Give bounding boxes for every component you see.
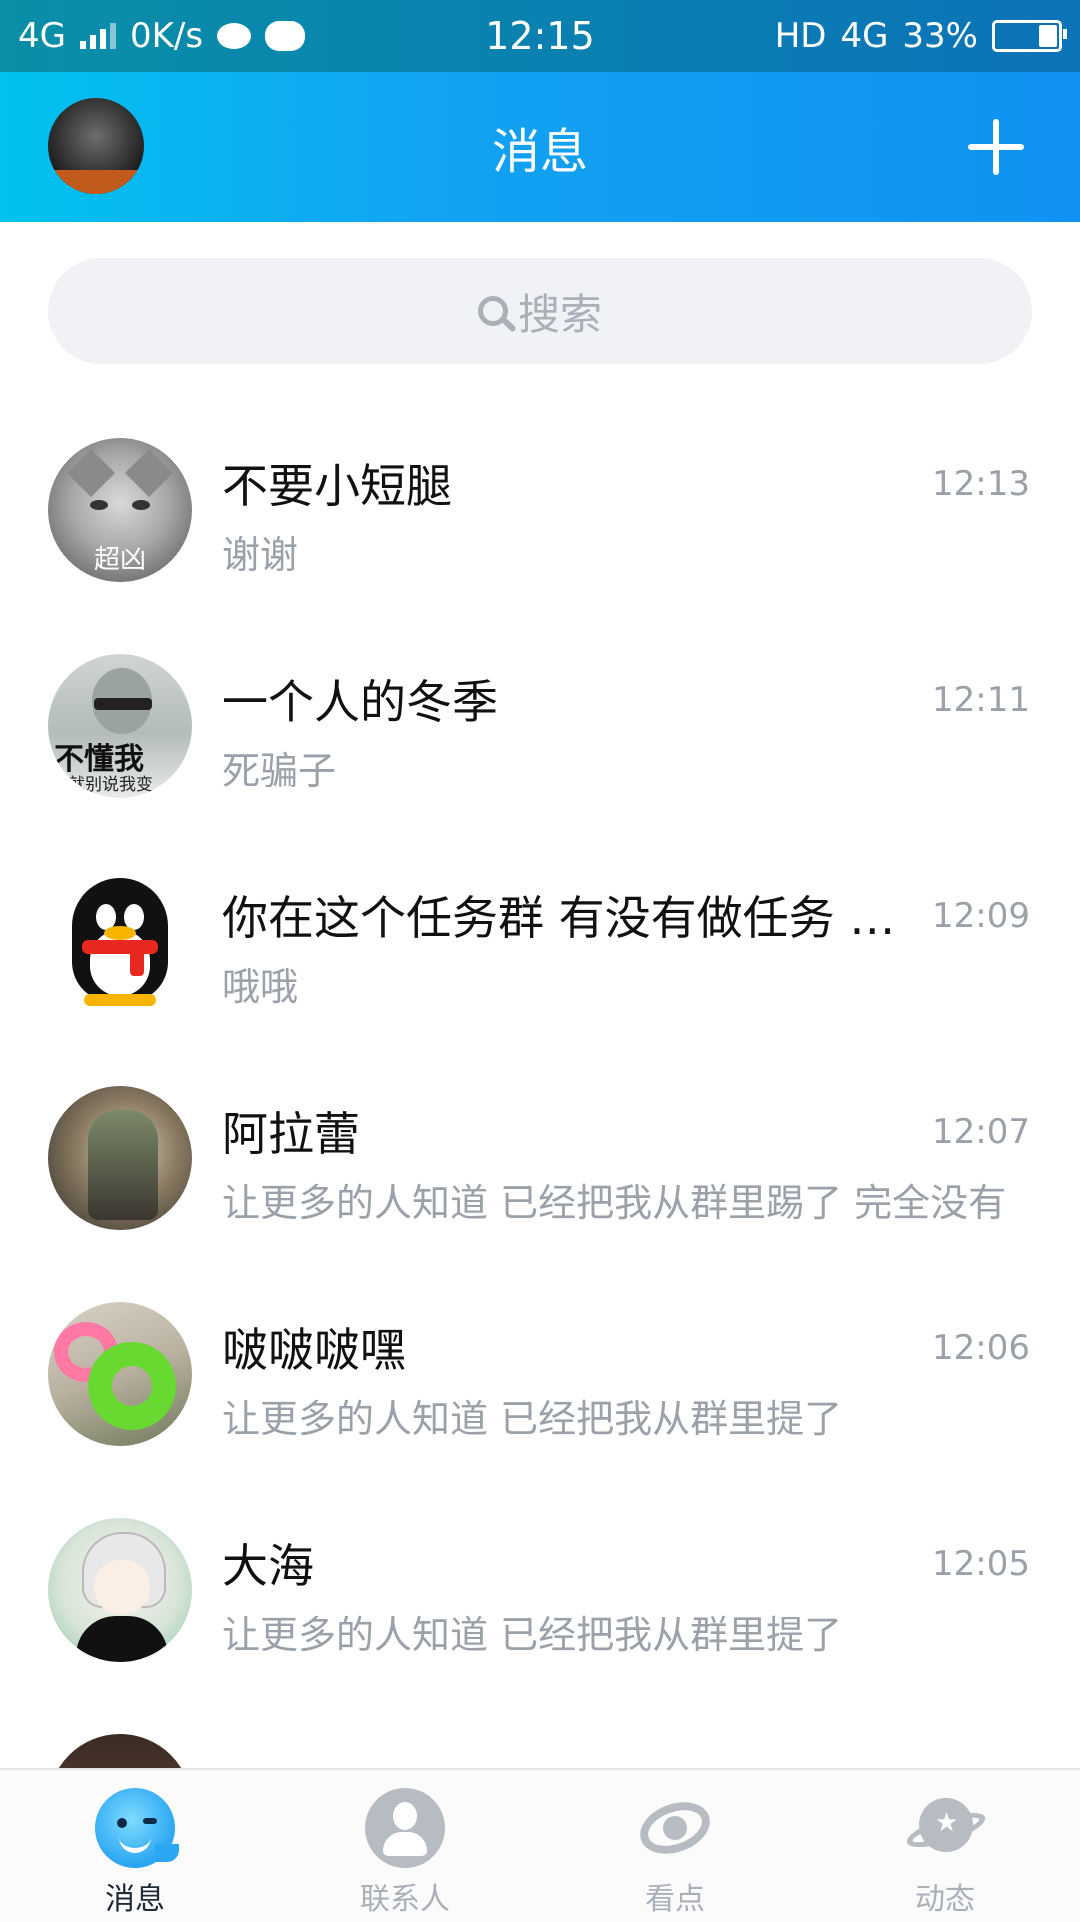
- conversation-preview: 让更多的人知道 已经把我从群里踢了 完全没有: [222, 1181, 1007, 1225]
- tab-label: 消息: [105, 1882, 165, 1917]
- planet-icon: ★: [903, 1788, 989, 1868]
- conversation-row[interactable]: 阿拉蕾 12:07 让更多的人知道 已经把我从群里踢了 完全没有: [0, 1028, 1080, 1244]
- conversation-name: 不要小短腿: [222, 459, 452, 513]
- anime-avatar[interactable]: [48, 1518, 192, 1662]
- conversation-preview: 让更多的人知道 已经把我从群里提了: [222, 1397, 843, 1441]
- contacts-icon: [365, 1788, 445, 1868]
- kandian-icon: [632, 1788, 718, 1868]
- conversation-name: 啵啵啵嘿: [222, 1323, 406, 1377]
- battery-level: [1039, 25, 1057, 47]
- tab-label: 联系人: [360, 1882, 450, 1917]
- conversation-preview: 哦哦: [222, 965, 299, 1009]
- conversation-time: 12:11: [932, 680, 1030, 720]
- wechat-notification-icon: [265, 21, 306, 51]
- cat-avatar[interactable]: 超凶: [48, 438, 192, 582]
- conversation-name: 大海: [222, 1539, 314, 1593]
- network-type-right: 4G: [840, 16, 889, 56]
- battery-percent: 33%: [902, 16, 978, 56]
- add-button[interactable]: [968, 119, 1024, 175]
- page-title: 消息: [491, 124, 588, 180]
- message-icon: [95, 1788, 179, 1868]
- tab-label: 动态: [915, 1882, 975, 1917]
- search-placeholder: 搜索: [517, 289, 602, 339]
- conversation-row[interactable]: 超凶 不要小短腿 12:13 谢谢: [0, 380, 1080, 596]
- conversation-time: 12:05: [932, 1544, 1030, 1584]
- conversation-name: 你在这个任务群 有没有做任务 (现在): [222, 891, 912, 945]
- avatar-caption: 超凶: [93, 545, 146, 575]
- status-left: 4G 0K/s: [18, 0, 306, 72]
- battery-icon: [992, 20, 1067, 52]
- search-bar[interactable]: 搜索: [48, 258, 1032, 364]
- network-speed: 0K/s: [129, 16, 204, 56]
- my-avatar[interactable]: [48, 98, 144, 194]
- browser-notification-icon: [217, 23, 252, 49]
- status-bar: 4G 0K/s 12:15 HD 4G 33%: [0, 0, 1080, 72]
- conversation-list: 超凶 不要小短腿 12:13 谢谢 不懂我 就别说我变 一个人的冬季 12:11…: [0, 380, 1080, 1892]
- conversation-row[interactable]: 不懂我 就别说我变 一个人的冬季 12:11 死骗子: [0, 596, 1080, 812]
- tab-kandian[interactable]: 看点: [540, 1770, 810, 1922]
- conversation-time: 12:06: [932, 1328, 1030, 1368]
- boy-avatar[interactable]: 不懂我 就别说我变: [48, 654, 192, 798]
- conversation-time: 12:13: [932, 464, 1030, 504]
- conversation-row[interactable]: 大海 12:05 让更多的人知道 已经把我从群里提了: [0, 1460, 1080, 1676]
- network-type: 4G: [18, 16, 66, 56]
- tab-messages[interactable]: 消息: [0, 1770, 270, 1922]
- conversation-preview: 死骗子: [222, 749, 337, 793]
- conversation-row[interactable]: 啵啵啵嘿 12:06 让更多的人知道 已经把我从群里提了: [0, 1244, 1080, 1460]
- conversation-name: 一个人的冬季: [222, 675, 498, 729]
- conversation-preview: 谢谢: [222, 533, 299, 577]
- swim-rings-avatar[interactable]: [48, 1302, 192, 1446]
- tab-feed[interactable]: ★ 动态: [810, 1770, 1080, 1922]
- penguin-avatar[interactable]: [48, 870, 192, 1014]
- conversation-row[interactable]: 你在这个任务群 有没有做任务 (现在) 12:09 哦哦: [0, 812, 1080, 1028]
- tab-contacts[interactable]: 联系人: [270, 1770, 540, 1922]
- bottom-tab-bar: 消息 联系人 看点 ★ 动态: [0, 1768, 1080, 1922]
- conversation-preview: 让更多的人知道 已经把我从群里提了: [222, 1613, 843, 1657]
- conversation-name: 阿拉蕾: [222, 1107, 360, 1161]
- conversation-time: 12:07: [932, 1112, 1030, 1152]
- signal-icon: [79, 23, 116, 49]
- status-right: HD 4G 33%: [774, 0, 1067, 72]
- header: 消息: [0, 72, 1080, 222]
- hd-indicator: HD: [774, 16, 827, 56]
- conversation-time: 12:09: [932, 896, 1030, 936]
- avatar-caption-2: 就别说我变: [68, 775, 153, 795]
- tab-label: 看点: [645, 1882, 705, 1917]
- search-icon: [477, 296, 508, 326]
- game-character-avatar[interactable]: [48, 1086, 192, 1230]
- avatar-caption-band: [48, 170, 144, 194]
